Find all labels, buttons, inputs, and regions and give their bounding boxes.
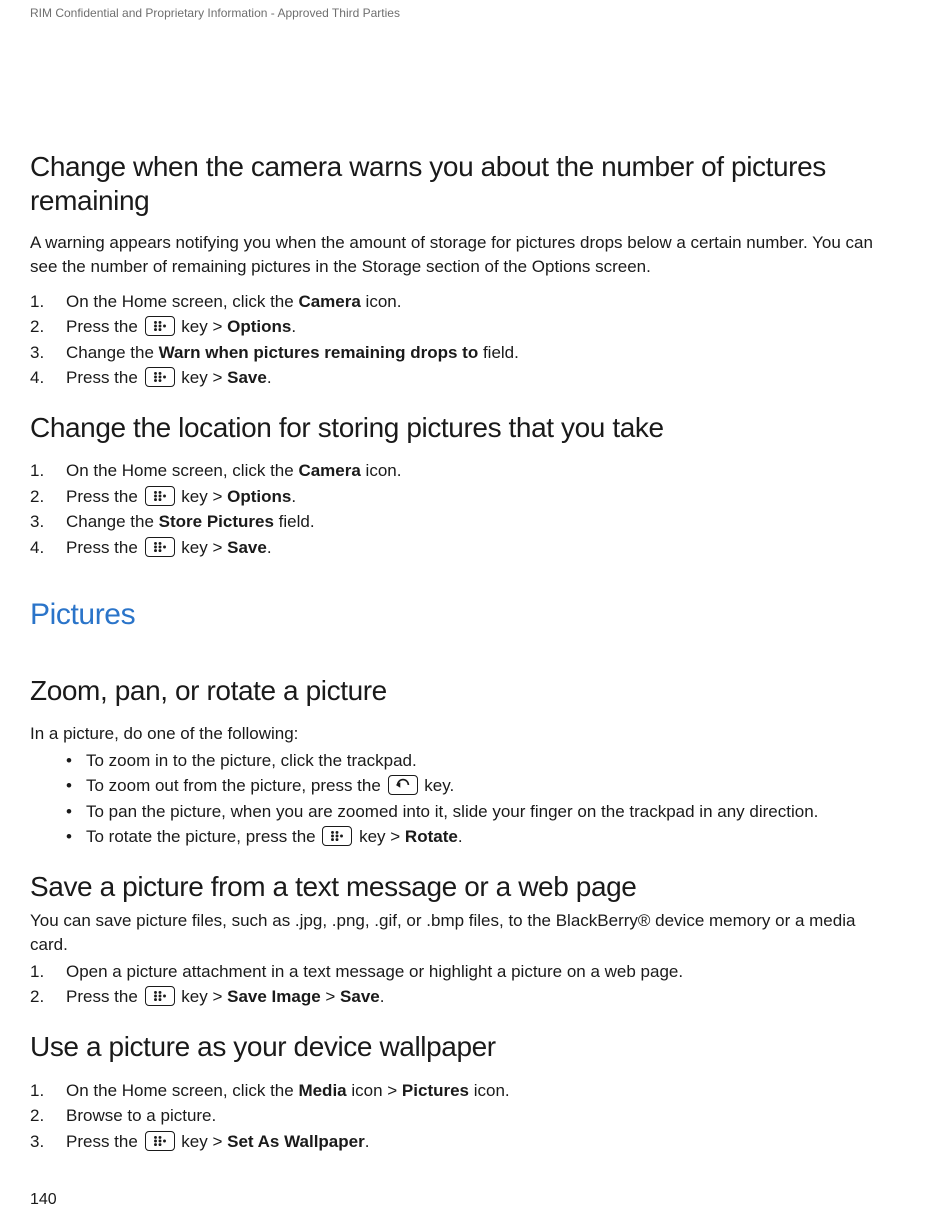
back-key-icon [388,775,418,795]
list-item: On the Home screen, click the Camera ico… [30,458,895,484]
bullet-text: key > [354,827,405,846]
step-text: On the Home screen, click the [66,292,298,311]
menu-key-icon [145,486,175,506]
camera-label: Camera [298,461,360,480]
list-item: On the Home screen, click the Media icon… [30,1078,895,1104]
step-text: icon. [361,461,402,480]
bullet-text: . [458,827,463,846]
warn-field-label: Warn when pictures remaining drops to [159,343,479,362]
media-label: Media [298,1081,346,1100]
pictures-label: Pictures [402,1081,469,1100]
heading-save-picture: Save a picture from a text message or a … [30,870,895,904]
step-text: Press the [66,368,143,387]
store-pictures-label: Store Pictures [159,512,274,531]
step-text: field. [478,343,519,362]
bullet-text: To zoom out from the picture, press the [86,776,386,795]
options-label: Options [227,487,291,506]
menu-key-icon [145,316,175,336]
step-text: Press the [66,317,143,336]
step-text: On the Home screen, click the [66,1081,298,1100]
menu-key-icon [145,1131,175,1151]
heading-store-location: Change the location for storing pictures… [30,411,895,445]
step-text: icon > [347,1081,402,1100]
step-text: icon. [361,292,402,311]
header-confidential: RIM Confidential and Proprietary Informa… [30,0,895,20]
list-item: Press the key > Options. [30,484,895,510]
camera-label: Camera [298,292,360,311]
step-text: Press the [66,487,143,506]
step-text: . [365,1132,370,1151]
save-label: Save [227,538,267,557]
options-label: Options [227,317,291,336]
step-text: key > [177,987,228,1006]
list-item: Press the key > Save Image > Save. [30,984,895,1010]
save-image-label: Save Image [227,987,321,1006]
section-title-pictures: Pictures [30,598,895,632]
list-item: To rotate the picture, press the key > R… [30,824,895,850]
step-text: . [267,368,272,387]
step-text: key > [177,538,228,557]
bullets-zoom: To zoom in to the picture, click the tra… [30,748,895,850]
menu-key-icon [145,986,175,1006]
heading-wallpaper: Use a picture as your device wallpaper [30,1030,895,1064]
step-text: . [291,317,296,336]
rotate-label: Rotate [405,827,458,846]
heading-camera-warning: Change when the camera warns you about t… [30,150,895,217]
list-item: To zoom out from the picture, press the … [30,773,895,799]
step-text: Press the [66,987,143,1006]
page-number: 140 [30,1191,57,1209]
step-text: icon. [469,1081,510,1100]
step-text: Press the [66,538,143,557]
step-text: . [380,987,385,1006]
intro-save-picture: You can save picture files, such as .jpg… [30,909,895,957]
list-item: Press the key > Save. [30,535,895,561]
list-item: To pan the picture, when you are zoomed … [30,799,895,825]
list-item: Press the key > Save. [30,365,895,391]
intro-camera-warning: A warning appears notifying you when the… [30,231,895,279]
steps-camera-warning: On the Home screen, click the Camera ico… [30,289,895,391]
list-item: Press the key > Options. [30,314,895,340]
step-text: . [291,487,296,506]
save-label: Save [227,368,267,387]
list-item: To zoom in to the picture, click the tra… [30,748,895,774]
menu-key-icon [145,537,175,557]
intro-zoom: In a picture, do one of the following: [30,722,895,746]
step-text: . [267,538,272,557]
step-text: > [321,987,340,1006]
steps-store-location: On the Home screen, click the Camera ico… [30,458,895,560]
menu-key-icon [322,826,352,846]
step-text: Change the [66,512,159,531]
step-text: On the Home screen, click the [66,461,298,480]
save-label: Save [340,987,380,1006]
list-item: On the Home screen, click the Camera ico… [30,289,895,315]
heading-zoom-pan-rotate: Zoom, pan, or rotate a picture [30,674,895,708]
bullet-text: To rotate the picture, press the [86,827,320,846]
step-text: key > [177,368,228,387]
list-item: Change the Warn when pictures remaining … [30,340,895,366]
step-text: field. [274,512,315,531]
step-text: Press the [66,1132,143,1151]
step-text: key > [177,1132,228,1151]
list-item: Press the key > Set As Wallpaper. [30,1129,895,1155]
steps-save-picture: Open a picture attachment in a text mess… [30,959,895,1010]
bullet-text: key. [420,776,455,795]
list-item: Browse to a picture. [30,1103,895,1129]
step-text: key > [177,317,228,336]
steps-wallpaper: On the Home screen, click the Media icon… [30,1078,895,1155]
list-item: Change the Store Pictures field. [30,509,895,535]
step-text: Change the [66,343,159,362]
list-item: Open a picture attachment in a text mess… [30,959,895,985]
set-as-wallpaper-label: Set As Wallpaper [227,1132,365,1151]
step-text: key > [177,487,228,506]
menu-key-icon [145,367,175,387]
